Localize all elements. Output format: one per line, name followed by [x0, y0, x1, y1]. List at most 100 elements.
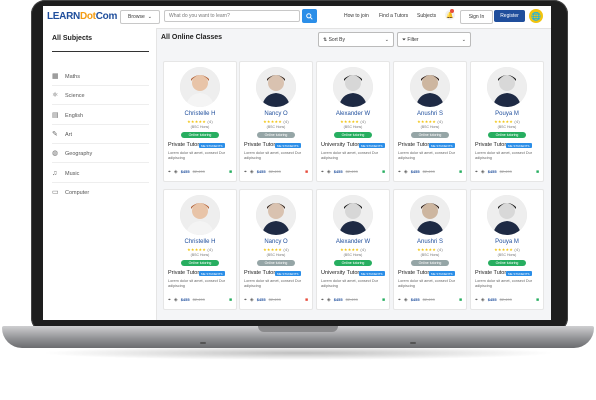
- sort-by-dropdown[interactable]: ⇅ Sort By ⌄: [318, 32, 394, 47]
- filter-icon: ⏷: [402, 36, 407, 43]
- price: $455: [180, 169, 190, 174]
- tutor-name[interactable]: Nancy O: [240, 111, 312, 117]
- laptop-foot: [410, 342, 416, 344]
- tutor-description: Lorem dolor sit amet, consect Dur adipis…: [244, 279, 301, 289]
- tutor-card[interactable]: Alexander W ★★★★★ (4) (BSC Hons) Online tut…: [316, 61, 390, 182]
- browse-dropdown[interactable]: Browse ⌄: [120, 10, 160, 24]
- sidebar-item-art[interactable]: ✎ Art: [52, 131, 72, 138]
- tutor-card[interactable]: Alexander W ★★★★★ (4) (BSC Hons) Online tut…: [316, 189, 390, 310]
- rating-stars: ★★★★★ (4): [340, 119, 366, 124]
- tutor-name[interactable]: Anushri S: [394, 239, 466, 245]
- sidebar-item-computer[interactable]: ▭ Computer: [52, 189, 89, 196]
- bookmark-icon[interactable]: ■: [536, 297, 539, 303]
- tutor-name[interactable]: Pouya M: [471, 111, 543, 117]
- tutor-avatar[interactable]: [487, 67, 527, 107]
- tutor-card[interactable]: Pouya M ★★★★★ (4) (BSC Hons) Online tutorin…: [470, 189, 544, 310]
- bookmark-icon[interactable]: ■: [382, 169, 385, 175]
- rating-stars: ★★★★★ (4): [340, 247, 366, 252]
- language-globe-icon[interactable]: 🌐: [529, 9, 543, 23]
- top-navbar: LEARNDotCom Browse ⌄ What do you want to …: [43, 6, 551, 29]
- bookmark-icon[interactable]: ■: [305, 169, 308, 175]
- tutor-name[interactable]: Pouya M: [471, 239, 543, 245]
- tutor-type: Private Tutor: [244, 142, 276, 148]
- bookmark-icon[interactable]: ■: [382, 297, 385, 303]
- tutor-type: Private Tutor: [244, 270, 276, 276]
- sidebar-item-english[interactable]: ▤ English: [52, 112, 83, 119]
- tutor-name[interactable]: Alexander W: [317, 111, 389, 117]
- tutor-avatar[interactable]: [333, 195, 373, 235]
- tutor-name[interactable]: Christelle H: [164, 111, 236, 117]
- tutor-qualification: (BSC Hons): [190, 125, 210, 129]
- price-tag-icon: ◈: [403, 168, 408, 175]
- tutor-card[interactable]: Nancy O ★★★★★ (4) (BSC Hons) Online tutorin…: [239, 61, 313, 182]
- tutoring-mode-badge: Online tutoring: [411, 260, 449, 266]
- bookmark-icon[interactable]: ■: [459, 297, 462, 303]
- nav-link-subjects[interactable]: Subjects: [417, 13, 436, 19]
- bookmark-icon[interactable]: ■: [229, 169, 232, 175]
- price-row: ⌖ ◈ $455 $2,499 ■: [475, 168, 539, 175]
- chevron-down-icon: ⌄: [147, 14, 152, 20]
- tutor-avatar[interactable]: [256, 195, 296, 235]
- site-logo[interactable]: LEARNDotCom: [47, 11, 117, 22]
- price: $455: [333, 297, 343, 302]
- tutor-avatar[interactable]: [180, 195, 220, 235]
- tutor-description: Lorem dolor sit amet, consect Dur adipis…: [475, 279, 532, 289]
- tutor-qualification: (BSC Hons): [343, 125, 363, 129]
- search-button[interactable]: [302, 9, 317, 23]
- palette-icon: ✎: [52, 131, 58, 138]
- tutor-card[interactable]: Christelle H ★★★★★ (4) (BSC Hons) Online tu…: [163, 61, 237, 182]
- tutoring-mode-badge: Online tutoring: [257, 132, 295, 138]
- old-price: $2,499: [499, 169, 512, 174]
- old-price: $2,499: [192, 297, 205, 302]
- tutor-avatar[interactable]: [180, 67, 220, 107]
- price: $455: [256, 297, 266, 302]
- nav-link-how-to-join[interactable]: How to join: [344, 13, 369, 19]
- bookmark-icon[interactable]: ■: [229, 297, 232, 303]
- tutor-card[interactable]: Anushri S ★★★★★ (4) (BSC Hons) Online tutor…: [393, 189, 467, 310]
- sidebar-item-geography[interactable]: ◍ Geography: [52, 150, 92, 157]
- old-price: $2,499: [268, 297, 281, 302]
- tutor-name[interactable]: Christelle H: [164, 239, 236, 245]
- page-title: All Online Classes: [161, 34, 223, 41]
- bookmark-icon[interactable]: ■: [305, 297, 308, 303]
- old-price: $2,499: [422, 297, 435, 302]
- tutor-card[interactable]: Nancy O ★★★★★ (4) (BSC Hons) Online tutorin…: [239, 189, 313, 310]
- bookmark-icon[interactable]: ■: [536, 169, 539, 175]
- filter-dropdown[interactable]: ⏷ Filter ⌄: [397, 32, 471, 47]
- location-pin-icon: ⌖: [168, 168, 171, 175]
- laptop-notch: [258, 326, 338, 332]
- tutor-avatar[interactable]: [333, 67, 373, 107]
- sidebar-separator: [52, 85, 149, 86]
- price: $455: [487, 297, 497, 302]
- nav-link-find-tutors[interactable]: Find a Tutors: [379, 13, 408, 19]
- price: $455: [180, 297, 190, 302]
- tutor-name[interactable]: Alexander W: [317, 239, 389, 245]
- book-icon: ▤: [52, 112, 59, 119]
- sidebar-item-maths[interactable]: ▦ Maths: [52, 73, 80, 80]
- register-button[interactable]: Register: [494, 10, 525, 22]
- tutor-name[interactable]: Nancy O: [240, 239, 312, 245]
- tutor-card[interactable]: Pouya M ★★★★★ (4) (BSC Hons) Online tutorin…: [470, 61, 544, 182]
- sign-in-button[interactable]: Sign In: [460, 10, 493, 24]
- price-row: ⌖ ◈ $455 $2,499 ■: [475, 296, 539, 303]
- tutor-avatar[interactable]: [487, 195, 527, 235]
- atom-icon: ⚛: [52, 92, 59, 99]
- sidebar-item-science[interactable]: ⚛ Science: [52, 92, 85, 99]
- tutor-type: University Tutor: [321, 142, 360, 148]
- old-price: $2,499: [499, 297, 512, 302]
- tutor-avatar[interactable]: [410, 195, 450, 235]
- search-input[interactable]: What do you want to learn?: [164, 10, 300, 22]
- tutor-avatar[interactable]: [410, 67, 450, 107]
- price: $455: [487, 169, 497, 174]
- tutor-description: Lorem dolor sit amet, consect Dur adipis…: [244, 151, 301, 161]
- tutor-name[interactable]: Anushri S: [394, 111, 466, 117]
- tutor-avatar[interactable]: [256, 67, 296, 107]
- tutor-card[interactable]: Christelle H ★★★★★ (4) (BSC Hons) Online tu…: [163, 189, 237, 310]
- search-icon: [306, 12, 313, 20]
- sidebar-item-music[interactable]: ♫ Music: [52, 170, 79, 177]
- price: $455: [410, 169, 420, 174]
- old-price: $2,499: [422, 169, 435, 174]
- sidebar-divider: [52, 51, 149, 52]
- tutor-card[interactable]: Anushri S ★★★★★ (4) (BSC Hons) Online tutor…: [393, 61, 467, 182]
- bookmark-icon[interactable]: ■: [459, 169, 462, 175]
